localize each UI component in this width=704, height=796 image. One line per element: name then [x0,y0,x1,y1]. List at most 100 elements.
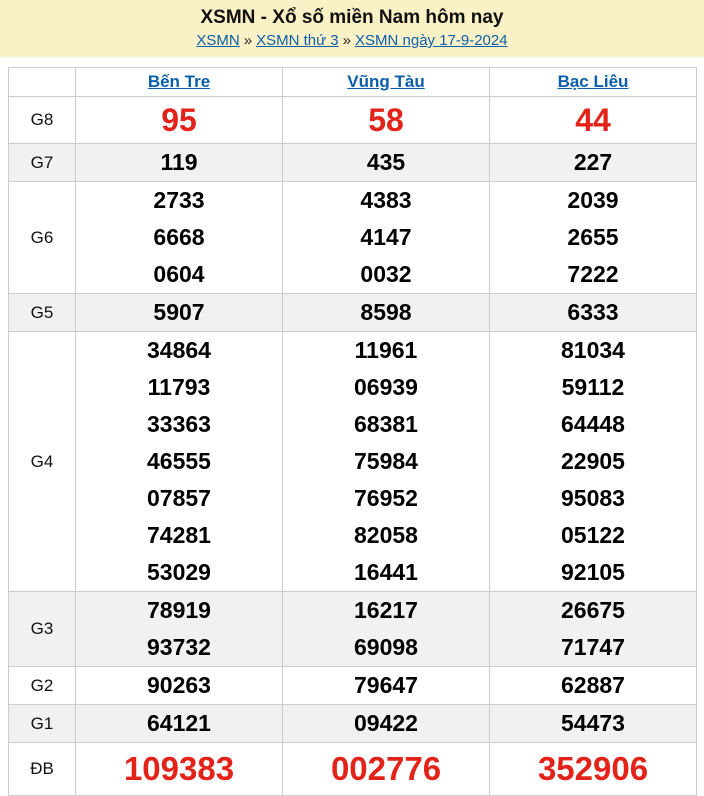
prize-cell: 90263 [76,667,283,705]
prize-number: 6333 [490,294,696,331]
prize-number: 05122 [490,517,696,554]
prize-number: 53029 [76,554,282,591]
header-row: Bến Tre Vũng Tàu Bạc Liêu [9,68,697,97]
prize-number: 435 [283,144,489,181]
prize-number: 227 [490,144,696,181]
prize-number: 11961 [283,332,489,369]
prize-label: G5 [9,294,76,332]
prize-number: 78919 [76,592,282,629]
breadcrumb-separator: » [244,32,252,49]
prize-label: G6 [9,182,76,294]
prize-number: 93732 [76,629,282,666]
prize-number: 002776 [283,743,489,795]
prize-cell: 273366680604 [76,182,283,294]
prize-row: ĐB109383002776352906 [9,743,697,796]
prize-number: 16217 [283,592,489,629]
prize-number: 0032 [283,256,489,293]
prize-number: 64121 [76,705,282,742]
prize-cell: 109383 [76,743,283,796]
prize-number: 22905 [490,443,696,480]
prize-row: G6273366680604438341470032203926557222 [9,182,697,294]
prize-cell: 435 [283,144,490,182]
province-link-vung-tau[interactable]: Vũng Tàu [347,72,424,91]
prize-label: ĐB [9,743,76,796]
prize-number: 69098 [283,629,489,666]
prize-cell: 09422 [283,705,490,743]
prize-number: 74281 [76,517,282,554]
prize-label: G1 [9,705,76,743]
prize-number: 76952 [283,480,489,517]
prize-cell: 34864117933336346555078577428153029 [76,332,283,592]
prize-number: 7222 [490,256,696,293]
prize-number: 82058 [283,517,489,554]
prize-label: G8 [9,97,76,144]
breadcrumb-link-xsmn[interactable]: XSMN [196,32,239,49]
prize-number: 8598 [283,294,489,331]
prize-number: 26675 [490,592,696,629]
prize-number: 62887 [490,667,696,704]
prize-number: 06939 [283,369,489,406]
prize-number: 44 [490,97,696,143]
prize-number: 64448 [490,406,696,443]
prize-cell: 227 [490,144,697,182]
prize-row: G434864117933336346555078577428153029119… [9,332,697,592]
prize-number: 2655 [490,219,696,256]
prize-number: 79647 [283,667,489,704]
prize-cell: 203926557222 [490,182,697,294]
prize-number: 16441 [283,554,489,591]
results-body: G8955844G7119435227G62733666806044383414… [9,97,697,796]
prize-number: 0604 [76,256,282,293]
prize-number: 95083 [490,480,696,517]
prize-cell: 352906 [490,743,697,796]
prize-number: 95 [76,97,282,143]
prize-number: 92105 [490,554,696,591]
prize-row: G8955844 [9,97,697,144]
prize-cell: 6333 [490,294,697,332]
prize-number: 352906 [490,743,696,795]
prize-number: 68381 [283,406,489,443]
prize-cell: 119 [76,144,283,182]
breadcrumb: XSMN»XSMN thứ 3»XSMN ngày 17-9-2024 [0,30,704,52]
prize-row: G7119435227 [9,144,697,182]
breadcrumb-link-xsmn-ngay[interactable]: XSMN ngày 17-9-2024 [355,32,508,49]
prize-number: 09422 [283,705,489,742]
prize-cell: 95 [76,97,283,144]
prize-row: G1641210942254473 [9,705,697,743]
prize-cell: 2667571747 [490,592,697,667]
results-table: Bến Tre Vũng Tàu Bạc Liêu G8955844G71194… [8,67,697,796]
prize-label: G7 [9,144,76,182]
prize-row: G5590785986333 [9,294,697,332]
prize-number: 33363 [76,406,282,443]
prize-cell: 54473 [490,705,697,743]
prize-cell: 5907 [76,294,283,332]
prize-number: 81034 [490,332,696,369]
prize-number: 54473 [490,705,696,742]
prize-cell: 1621769098 [283,592,490,667]
prize-number: 58 [283,97,489,143]
prize-label: G4 [9,332,76,592]
prize-number: 34864 [76,332,282,369]
province-header-vung-tau: Vũng Tàu [283,68,490,97]
prize-number: 71747 [490,629,696,666]
prize-column-header [9,68,76,97]
prize-number: 59112 [490,369,696,406]
province-link-bac-lieu[interactable]: Bạc Liêu [558,72,629,91]
prize-number: 75984 [283,443,489,480]
prize-number: 2733 [76,182,282,219]
prize-cell: 438341470032 [283,182,490,294]
prize-cell: 62887 [490,667,697,705]
results-table-wrap: Bến Tre Vũng Tàu Bạc Liêu G8955844G71194… [8,67,697,796]
prize-cell: 7891993732 [76,592,283,667]
prize-cell: 44 [490,97,697,144]
prize-number: 4147 [283,219,489,256]
province-header-ben-tre: Bến Tre [76,68,283,97]
prize-number: 109383 [76,743,282,795]
prize-row: G2902637964762887 [9,667,697,705]
title-banner: XSMN - Xổ số miền Nam hôm nay XSMN»XSMN … [0,0,704,57]
breadcrumb-link-xsmn-thu-3[interactable]: XSMN thứ 3 [256,32,339,49]
prize-cell: 81034591126444822905950830512292105 [490,332,697,592]
prize-row: G3789199373216217690982667571747 [9,592,697,667]
prize-number: 07857 [76,480,282,517]
province-link-ben-tre[interactable]: Bến Tre [148,72,210,91]
prize-cell: 58 [283,97,490,144]
